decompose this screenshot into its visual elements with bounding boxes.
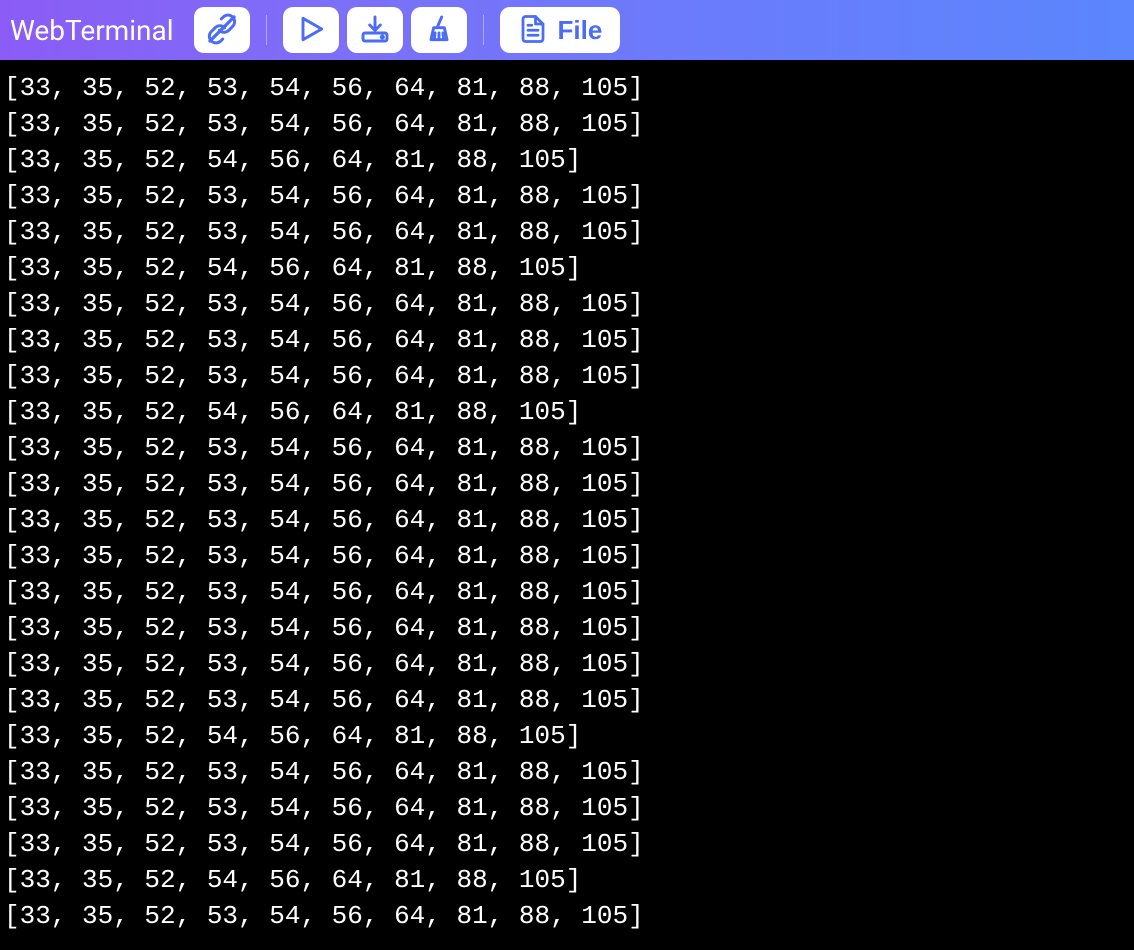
terminal-line: [33, 35, 52, 54, 56, 64, 81, 88, 105] [4, 394, 1134, 430]
terminal-line: [33, 35, 52, 53, 54, 56, 64, 81, 88, 105… [4, 214, 1134, 250]
terminal-line: [33, 35, 52, 53, 54, 56, 64, 81, 88, 105… [4, 574, 1134, 610]
terminal-line: [33, 35, 52, 53, 54, 56, 64, 81, 88, 105… [4, 70, 1134, 106]
terminal-line: [33, 35, 52, 53, 54, 56, 64, 81, 88, 105… [4, 178, 1134, 214]
terminal-line: [33, 35, 52, 54, 56, 64, 81, 88, 105] [4, 718, 1134, 754]
terminal-line: [33, 35, 52, 53, 54, 56, 64, 81, 88, 105… [4, 358, 1134, 394]
terminal-line: [33, 35, 52, 54, 56, 64, 81, 88, 105] [4, 862, 1134, 898]
terminal-line: [33, 35, 52, 53, 54, 56, 64, 81, 88, 105… [4, 754, 1134, 790]
clear-button[interactable] [411, 7, 467, 53]
file-button[interactable]: File [500, 7, 621, 53]
link-icon [206, 13, 238, 48]
download-icon [359, 13, 391, 48]
terminal-line: [33, 35, 52, 54, 56, 64, 81, 88, 105] [4, 142, 1134, 178]
terminal-line: [33, 35, 52, 53, 54, 56, 64, 81, 88, 105… [4, 430, 1134, 466]
download-button[interactable] [347, 7, 403, 53]
terminal-line: [33, 35, 52, 53, 54, 56, 64, 81, 88, 105… [4, 790, 1134, 826]
app-title: WebTerminal [10, 14, 174, 47]
play-icon [295, 13, 327, 48]
terminal-line: [33, 35, 52, 54, 56, 64, 81, 88, 105] [4, 250, 1134, 286]
file-button-label: File [558, 15, 603, 46]
terminal-line: [33, 35, 52, 53, 54, 56, 64, 81, 88, 105… [4, 322, 1134, 358]
run-button[interactable] [283, 7, 339, 53]
toolbar-divider [483, 15, 484, 45]
terminal-line: [33, 35, 52, 53, 54, 56, 64, 81, 88, 105… [4, 682, 1134, 718]
terminal-line: [33, 35, 52, 53, 54, 56, 64, 81, 88, 105… [4, 538, 1134, 574]
terminal-line: [33, 35, 52, 53, 54, 56, 64, 81, 88, 105… [4, 106, 1134, 142]
terminal-line: [33, 35, 52, 53, 54, 56, 64, 81, 88, 105… [4, 610, 1134, 646]
terminal-line: [33, 35, 52, 53, 54, 56, 64, 81, 88, 105… [4, 646, 1134, 682]
file-icon [518, 14, 548, 47]
link-button[interactable] [194, 7, 250, 53]
terminal-line: [33, 35, 52, 53, 54, 56, 64, 81, 88, 105… [4, 502, 1134, 538]
terminal-line: [33, 35, 52, 53, 54, 56, 64, 81, 88, 105… [4, 898, 1134, 934]
toolbar-divider [266, 15, 267, 45]
broom-icon [423, 13, 455, 48]
terminal-line: [33, 35, 52, 53, 54, 56, 64, 81, 88, 105… [4, 286, 1134, 322]
toolbar: WebTerminal [0, 0, 1134, 60]
terminal-line: [33, 35, 52, 53, 54, 56, 64, 81, 88, 105… [4, 466, 1134, 502]
terminal-line: [33, 35, 52, 53, 54, 56, 64, 81, 88, 105… [4, 826, 1134, 862]
terminal-output[interactable]: [33, 35, 52, 53, 54, 56, 64, 81, 88, 105… [0, 60, 1134, 950]
